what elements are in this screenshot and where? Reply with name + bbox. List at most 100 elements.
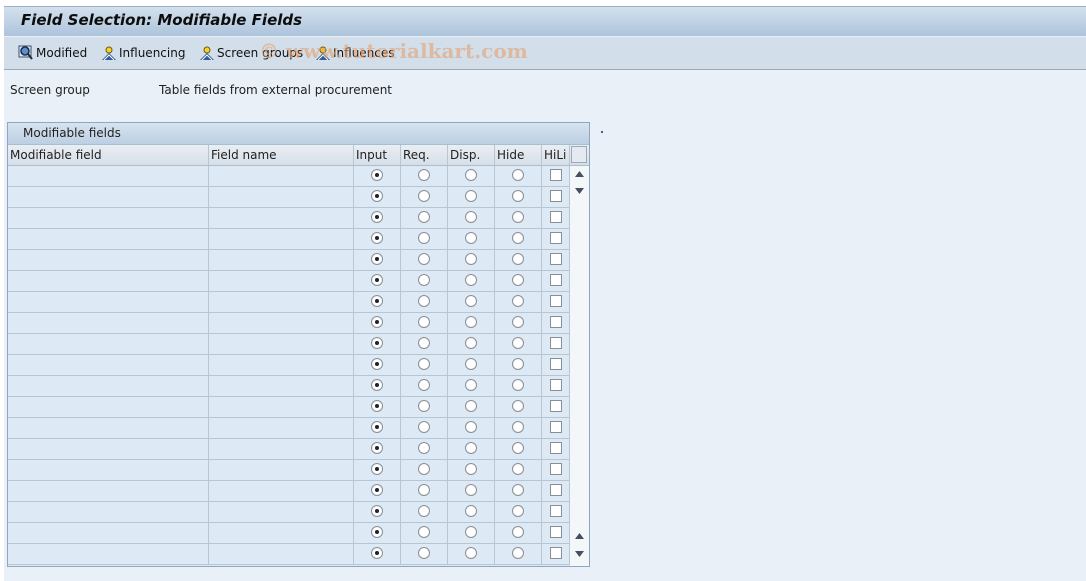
req-radio[interactable] [418,211,430,223]
field-name-cell[interactable] [209,439,354,459]
field-name-cell[interactable] [209,376,354,396]
field-name-cell[interactable] [209,355,354,375]
req-radio[interactable] [418,169,430,181]
col-disp[interactable]: Disp. [448,145,495,165]
col-modifiable-field[interactable]: Modifiable field [8,145,209,165]
hide-radio[interactable] [512,484,524,496]
hide-radio[interactable] [512,421,524,433]
input-radio[interactable] [371,253,383,265]
field-name-cell[interactable] [209,544,354,564]
col-hili[interactable]: HiLi [542,145,570,165]
hili-checkbox[interactable] [550,316,562,328]
scroll-up-button[interactable] [572,166,587,181]
hide-radio[interactable] [512,379,524,391]
disp-radio[interactable] [465,505,477,517]
input-radio[interactable] [371,337,383,349]
input-radio[interactable] [371,190,383,202]
req-radio[interactable] [418,421,430,433]
input-radio[interactable] [371,505,383,517]
modifiable-field-cell[interactable] [8,250,209,270]
modifiable-field-cell[interactable] [8,292,209,312]
field-name-cell[interactable] [209,460,354,480]
hide-radio[interactable] [512,232,524,244]
disp-radio[interactable] [465,169,477,181]
hili-checkbox[interactable] [550,421,562,433]
page-up-button[interactable] [572,528,587,543]
hili-checkbox[interactable] [550,169,562,181]
modifiable-field-cell[interactable] [8,418,209,438]
hili-checkbox[interactable] [550,484,562,496]
disp-radio[interactable] [465,463,477,475]
hide-radio[interactable] [512,169,524,181]
modifiable-field-cell[interactable] [8,460,209,480]
field-name-cell[interactable] [209,418,354,438]
col-field-name[interactable]: Field name [209,145,354,165]
modifiable-field-cell[interactable] [8,544,209,564]
field-name-cell[interactable] [209,334,354,354]
req-radio[interactable] [418,526,430,538]
hide-radio[interactable] [512,526,524,538]
disp-radio[interactable] [465,253,477,265]
req-radio[interactable] [418,547,430,559]
modifiable-field-cell[interactable] [8,502,209,522]
scroll-down-button[interactable] [572,183,587,198]
modifiable-field-cell[interactable] [8,229,209,249]
req-radio[interactable] [418,316,430,328]
hili-checkbox[interactable] [550,274,562,286]
input-radio[interactable] [371,484,383,496]
modifiable-field-cell[interactable] [8,523,209,543]
modifiable-field-cell[interactable] [8,187,209,207]
hili-checkbox[interactable] [550,526,562,538]
input-radio[interactable] [371,358,383,370]
input-radio[interactable] [371,169,383,181]
input-radio[interactable] [371,316,383,328]
hili-checkbox[interactable] [550,190,562,202]
modifiable-field-cell[interactable] [8,376,209,396]
req-radio[interactable] [418,295,430,307]
disp-radio[interactable] [465,190,477,202]
input-radio[interactable] [371,526,383,538]
req-radio[interactable] [418,400,430,412]
column-settings-button[interactable] [571,146,587,163]
req-radio[interactable] [418,358,430,370]
disp-radio[interactable] [465,358,477,370]
field-name-cell[interactable] [209,313,354,333]
input-radio[interactable] [371,379,383,391]
hide-radio[interactable] [512,253,524,265]
influencing-button[interactable]: Influencing [101,45,185,61]
req-radio[interactable] [418,442,430,454]
hili-checkbox[interactable] [550,463,562,475]
modifiable-field-cell[interactable] [8,313,209,333]
req-radio[interactable] [418,337,430,349]
hide-radio[interactable] [512,337,524,349]
req-radio[interactable] [418,232,430,244]
field-name-cell[interactable] [209,187,354,207]
req-radio[interactable] [418,190,430,202]
req-radio[interactable] [418,274,430,286]
disp-radio[interactable] [465,337,477,349]
field-name-cell[interactable] [209,523,354,543]
hili-checkbox[interactable] [550,232,562,244]
hide-radio[interactable] [512,211,524,223]
disp-radio[interactable] [465,421,477,433]
field-name-cell[interactable] [209,397,354,417]
req-radio[interactable] [418,379,430,391]
input-radio[interactable] [371,295,383,307]
field-name-cell[interactable] [209,502,354,522]
disp-radio[interactable] [465,274,477,286]
disp-radio[interactable] [465,211,477,223]
input-radio[interactable] [371,400,383,412]
field-name-cell[interactable] [209,229,354,249]
field-name-cell[interactable] [209,271,354,291]
col-hide[interactable]: Hide [495,145,542,165]
hili-checkbox[interactable] [550,337,562,349]
hide-radio[interactable] [512,442,524,454]
disp-radio[interactable] [465,442,477,454]
modifiable-field-cell[interactable] [8,334,209,354]
vertical-scrollbar[interactable] [570,166,589,566]
col-input[interactable]: Input [354,145,401,165]
hide-radio[interactable] [512,358,524,370]
disp-radio[interactable] [465,484,477,496]
req-radio[interactable] [418,505,430,517]
field-name-cell[interactable] [209,208,354,228]
